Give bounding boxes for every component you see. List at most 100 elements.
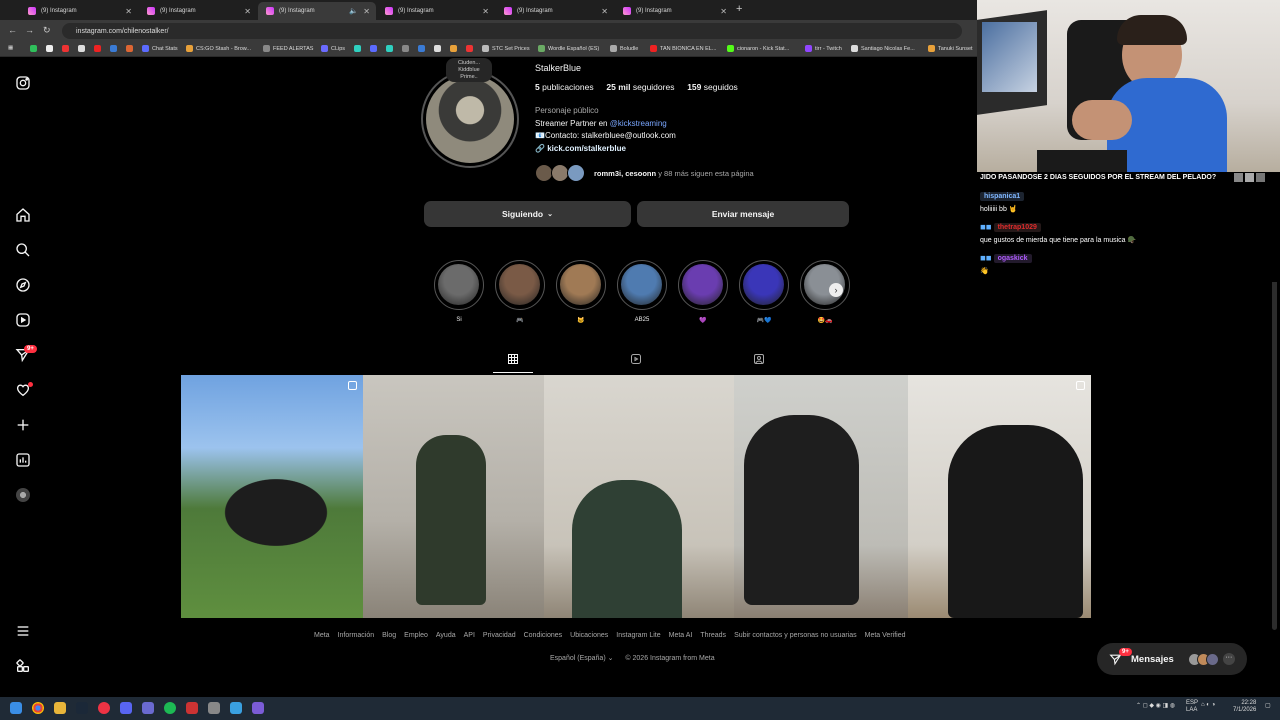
bookmark-kick-stats[interactable]: cionaron - Kick Stat... [727, 45, 789, 52]
app-icon[interactable] [230, 702, 242, 714]
story-highlight[interactable] [434, 260, 484, 310]
following-link[interactable]: 159 seguidos [687, 82, 738, 92]
browser-tab[interactable]: (9) Instagram ✕ [496, 2, 614, 20]
chrome-icon[interactable] [32, 702, 44, 714]
posts-grid-tab-icon[interactable] [506, 352, 520, 366]
bookmark-icon[interactable] [386, 45, 396, 52]
speaker-icon[interactable]: 🔈 [349, 7, 358, 15]
explore-compass-icon[interactable] [14, 276, 32, 294]
bookmark-icon[interactable] [434, 45, 444, 52]
app-icon[interactable] [208, 702, 220, 714]
app-icon[interactable] [98, 702, 110, 714]
profile-external-link[interactable]: 🔗 kick.com/stalkerblue [535, 144, 626, 153]
spotify-icon[interactable] [164, 702, 176, 714]
reload-icon[interactable]: ↻ [43, 25, 51, 36]
profile-picture[interactable] [426, 75, 514, 163]
clock[interactable]: 22:28 7/1/2026 [1233, 700, 1256, 714]
reels-icon[interactable] [14, 311, 32, 329]
app-icon[interactable] [142, 702, 154, 714]
reels-tab-icon[interactable] [629, 352, 643, 366]
close-tab-icon[interactable]: ✕ [601, 7, 608, 16]
post-hoodie-selfie[interactable] [908, 375, 1091, 618]
browser-tab[interactable]: (9) Instagram ✕ [615, 2, 733, 20]
discord-icon[interactable] [120, 702, 132, 714]
tagged-tab-icon[interactable] [752, 352, 766, 366]
footer-link[interactable]: Privacidad [483, 632, 516, 639]
bookmark-santiago[interactable]: Santiago Nicolas Fe... [851, 45, 915, 52]
forward-arrow-icon[interactable]: → [25, 25, 34, 35]
bookmark-stc-set-prices[interactable]: STC Set Prices [482, 45, 530, 52]
search-icon[interactable] [14, 241, 32, 259]
footer-link[interactable]: Subir contactos y personas no usuarias [734, 632, 857, 639]
close-tab-icon[interactable]: ✕ [720, 7, 727, 16]
browser-tab[interactable]: (9) Instagram ✕ [377, 2, 495, 20]
footer-link[interactable]: Instagram Lite [616, 632, 660, 639]
input-language[interactable]: ESP LAA [1186, 700, 1198, 714]
footer-link[interactable]: Meta Verified [865, 632, 906, 639]
bookmark-icon[interactable] [62, 45, 72, 52]
bookmark-icon[interactable] [126, 45, 136, 52]
highlights-next-arrow-icon[interactable]: › [829, 283, 843, 297]
story-highlight[interactable] [495, 260, 545, 310]
bookmark-icon[interactable] [110, 45, 120, 52]
bookmark-icon[interactable] [450, 45, 460, 52]
bookmark-icon[interactable] [354, 45, 364, 52]
close-tab-icon[interactable]: ✕ [363, 7, 370, 16]
bookmark-tan-bionica[interactable]: TAN BIONICA EN EL... [650, 45, 716, 52]
story-highlight[interactable] [617, 260, 667, 310]
footer-link[interactable]: API [464, 632, 475, 639]
instagram-logo-icon[interactable] [14, 74, 32, 92]
story-highlight[interactable] [678, 260, 728, 310]
browser-tab[interactable]: (9) Instagram ✕ [20, 2, 138, 20]
tray-icons[interactable]: ⌃ ◻ ◆ ◉ ◨ ◍ [1136, 702, 1175, 709]
footer-link[interactable]: Condiciones [524, 632, 563, 639]
bookmark-clips[interactable]: CLips [321, 45, 345, 52]
footer-link[interactable]: Empleo [404, 632, 428, 639]
footer-link[interactable]: Meta [314, 632, 330, 639]
bookmark-icon[interactable] [370, 45, 380, 52]
language-selector[interactable]: Español (España) ⌄ [550, 655, 613, 662]
bookmark-icon[interactable] [94, 45, 104, 52]
menu-icon[interactable] [14, 622, 32, 640]
send-message-button[interactable]: Enviar mensaje [637, 201, 849, 227]
close-tab-icon[interactable]: ✕ [482, 7, 489, 16]
bookmark-chat-stats[interactable]: Chat Stats [142, 45, 178, 52]
bookmark-wordle[interactable]: Wordle Español (ES) [538, 45, 599, 52]
bookmark-icon[interactable] [418, 45, 428, 52]
bookmark-icon[interactable] [466, 45, 476, 52]
bookmark-tanuki[interactable]: Tanuki Sunset [928, 45, 973, 52]
footer-link[interactable]: Ubicaciones [570, 632, 608, 639]
footer-link[interactable]: Información [338, 632, 375, 639]
url-field[interactable]: instagram.com/chilenostalker/ [62, 23, 962, 39]
followers-link[interactable]: 25 mil seguidores [606, 82, 674, 92]
footer-link[interactable]: Threads [700, 632, 726, 639]
notification-center-icon[interactable]: ▢ [1265, 702, 1271, 709]
following-button[interactable]: Siguiendo ⌄ [424, 201, 631, 227]
tray-status-icons[interactable]: ⌂ ◐ ◑ [1201, 702, 1215, 708]
story-highlight[interactable] [800, 260, 850, 310]
profile-avatar[interactable] [14, 486, 32, 504]
bookmark-feed-alertas[interactable]: FEED ALERTAS [263, 45, 313, 52]
bookmark-icon[interactable] [402, 45, 412, 52]
profile-note-bubble[interactable]: Ciuden... Kiddblue Prime.. [446, 58, 492, 82]
post-group-photo[interactable] [181, 375, 544, 618]
footer-link[interactable]: Blog [382, 632, 396, 639]
footer-link[interactable]: Meta AI [669, 632, 693, 639]
steam-icon[interactable] [76, 702, 88, 714]
dashboard-chart-icon[interactable] [14, 451, 32, 469]
close-tab-icon[interactable]: ✕ [125, 7, 132, 16]
apps-icon[interactable]: ▦ [8, 45, 13, 51]
browser-tab-active[interactable]: (9) Instagram 🔈 ✕ [258, 2, 376, 20]
bookmark-icon[interactable] [46, 45, 56, 52]
browser-tab[interactable]: (9) Instagram ✕ [139, 2, 257, 20]
home-icon[interactable] [14, 206, 32, 224]
app-icon[interactable] [186, 702, 198, 714]
bookmark-boludle[interactable]: Boludle [610, 45, 638, 52]
also-from-meta-icon[interactable] [14, 657, 32, 675]
story-highlight[interactable] [556, 260, 606, 310]
back-arrow-icon[interactable]: ← [8, 25, 17, 35]
new-tab-button[interactable]: + [736, 3, 742, 15]
followed-by-text[interactable]: romm3i, cesoonn y 88 más siguen esta pág… [594, 169, 754, 178]
app-icon[interactable] [252, 702, 264, 714]
start-windows-icon[interactable] [10, 702, 22, 714]
